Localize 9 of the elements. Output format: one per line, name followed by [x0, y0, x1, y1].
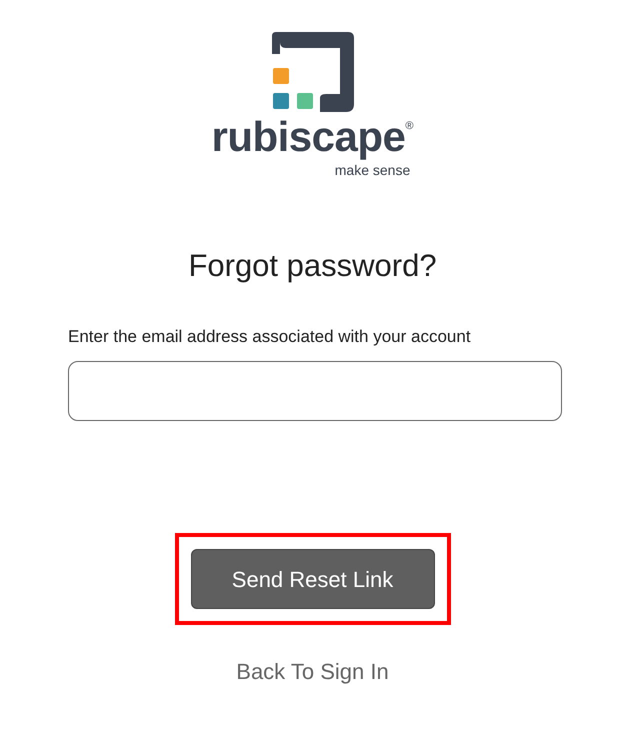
page-title: Forgot password?: [188, 247, 437, 284]
logo-wordmark: rubiscape: [211, 116, 406, 158]
logo-tagline: make sense: [334, 161, 410, 180]
email-label: Enter the email address associated with your account: [68, 326, 472, 348]
email-field[interactable]: [68, 361, 562, 422]
registered-mark: ®: [405, 119, 414, 134]
back-to-sign-in-link[interactable]: Back To Sign In: [236, 655, 389, 688]
logo-icon: [272, 32, 354, 112]
send-reset-button[interactable]: Send Reset Link: [190, 549, 434, 610]
